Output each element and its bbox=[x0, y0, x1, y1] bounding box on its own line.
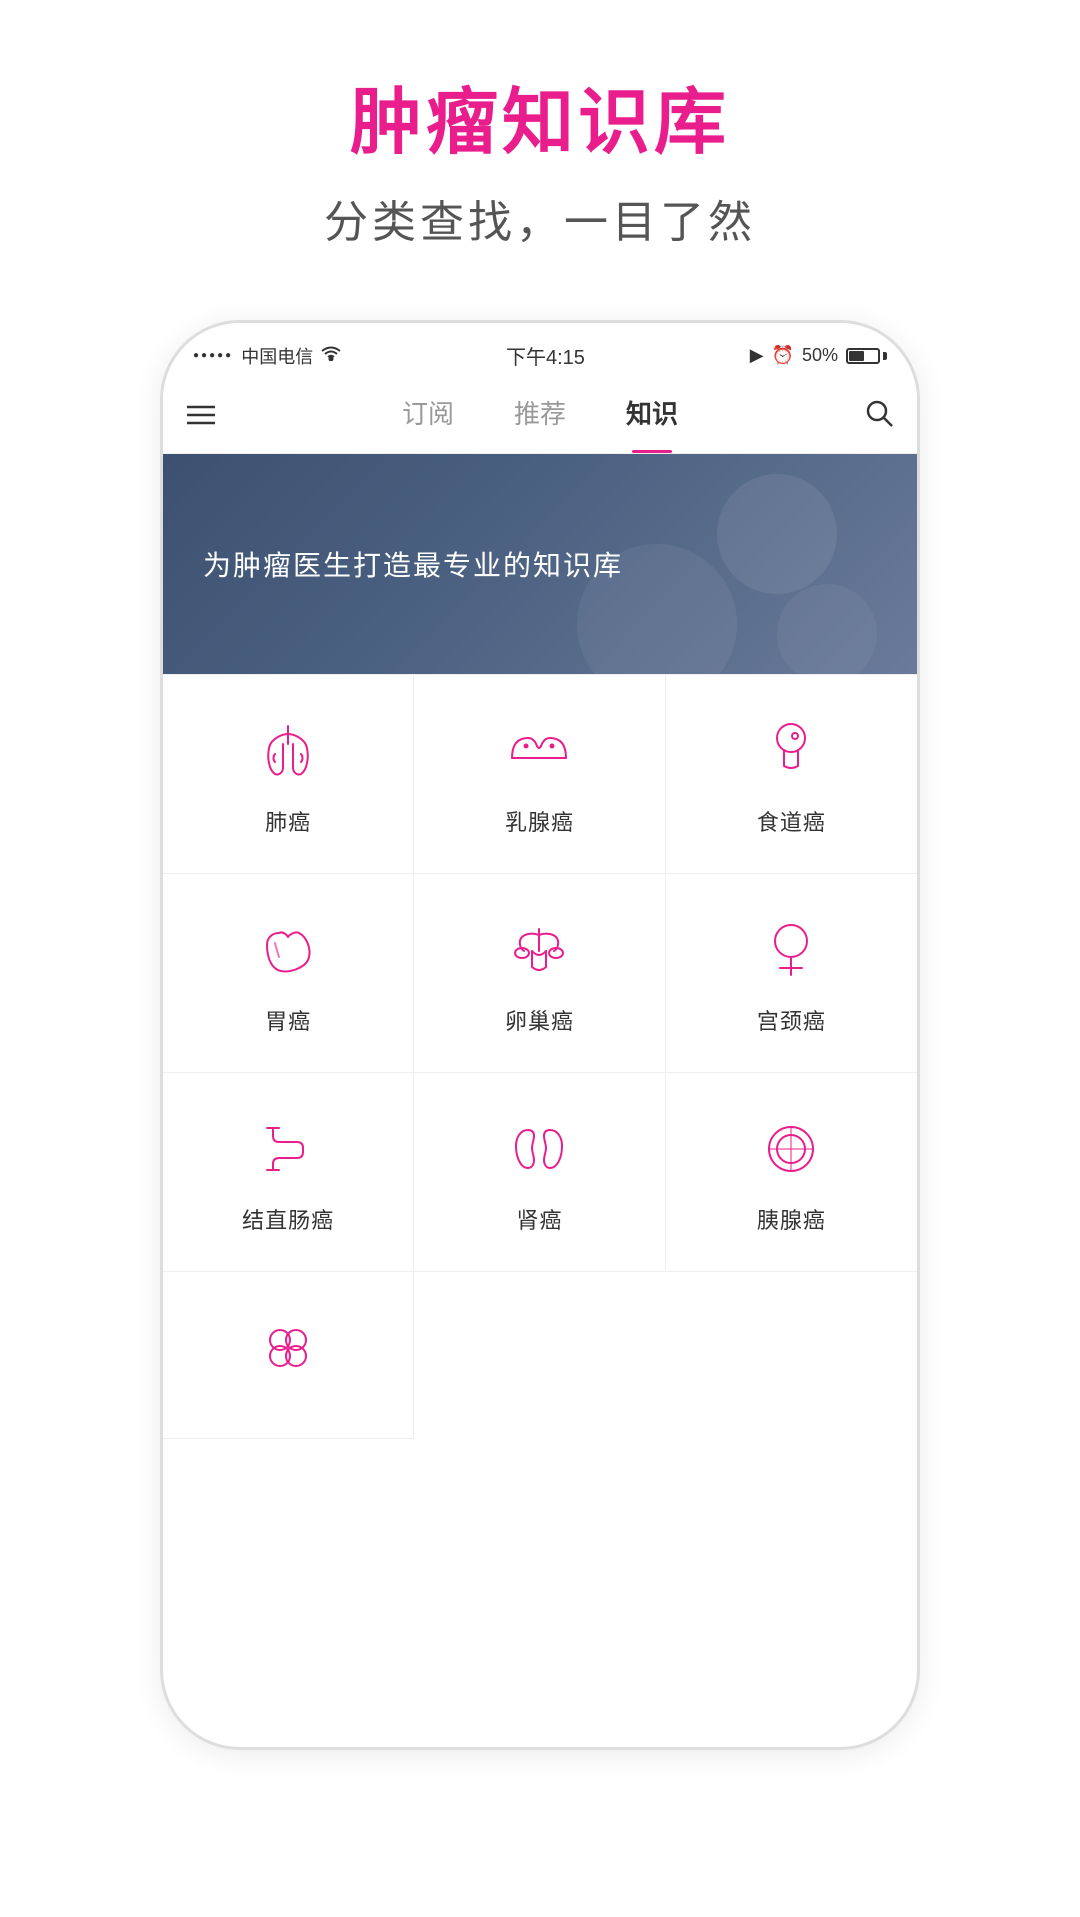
cancer-cell-colon[interactable]: 结直肠癌 bbox=[163, 1073, 414, 1272]
knowledge-banner: 为肿瘤医生打造最专业的知识库 bbox=[163, 454, 917, 674]
page-subtitle: 分类查找，一目了然 bbox=[324, 186, 756, 250]
cancer-cell-cervix[interactable]: 宫颈癌 bbox=[666, 874, 917, 1073]
nav-bar: 订阅 推荐 知识 bbox=[163, 380, 917, 454]
pancreas-label: 胰腺癌 bbox=[757, 1203, 826, 1235]
alarm-icon: ⏰ bbox=[772, 345, 794, 366]
pancreas-icon bbox=[751, 1109, 831, 1189]
signal-dots: ●●●●● bbox=[193, 350, 233, 361]
breast-icon bbox=[499, 711, 579, 791]
status-time: 下午4:15 bbox=[506, 341, 585, 370]
esophagus-icon bbox=[751, 711, 831, 791]
status-left: ●●●●● 中国电信 bbox=[193, 343, 341, 369]
cervix-icon bbox=[751, 910, 831, 990]
nav-tabs: 订阅 推荐 知识 bbox=[237, 394, 843, 439]
page-title: 肿瘤知识库 bbox=[324, 80, 756, 166]
colon-icon bbox=[248, 1109, 328, 1189]
status-right: ▶ ⏰ 50% bbox=[750, 345, 887, 366]
tab-subscribe[interactable]: 订阅 bbox=[402, 394, 454, 439]
lung-icon bbox=[248, 711, 328, 791]
location-icon: ▶ bbox=[750, 345, 764, 366]
status-bar: ●●●●● 中国电信 下午4:15 ▶ ⏰ 50% bbox=[163, 323, 917, 380]
tab-knowledge[interactable]: 知识 bbox=[626, 394, 678, 439]
stomach-label: 胃癌 bbox=[265, 1004, 311, 1036]
phone-frame: ●●●●● 中国电信 下午4:15 ▶ ⏰ 50% bbox=[160, 320, 920, 1750]
battery-icon bbox=[846, 348, 887, 364]
esophagus-label: 食道癌 bbox=[757, 805, 826, 837]
cancer-cell-breast[interactable]: 乳腺癌 bbox=[414, 675, 665, 874]
banner-circle3 bbox=[777, 584, 877, 674]
cancer-cell-ovary[interactable]: 卵巢癌 bbox=[414, 874, 665, 1073]
search-icon[interactable] bbox=[843, 399, 893, 434]
ovary-icon bbox=[499, 910, 579, 990]
cervix-label: 宫颈癌 bbox=[757, 1004, 826, 1036]
banner-text: 为肿瘤医生打造最专业的知识库 bbox=[203, 544, 623, 584]
kidney-label: 肾癌 bbox=[516, 1203, 562, 1235]
menu-icon[interactable] bbox=[187, 401, 237, 433]
cancer-cell-misc[interactable] bbox=[163, 1272, 414, 1439]
tab-recommend[interactable]: 推荐 bbox=[514, 394, 566, 439]
wifi-icon bbox=[321, 345, 341, 366]
lung-label: 肺癌 bbox=[265, 805, 311, 837]
colon-label: 结直肠癌 bbox=[242, 1203, 334, 1235]
carrier-label: 中国电信 bbox=[241, 343, 313, 369]
ovary-label: 卵巢癌 bbox=[505, 1004, 574, 1036]
cancer-cell-stomach[interactable]: 胃癌 bbox=[163, 874, 414, 1073]
stomach-icon bbox=[248, 910, 328, 990]
cancer-cell-pancreas[interactable]: 胰腺癌 bbox=[666, 1073, 917, 1272]
cancer-cell-esophagus[interactable]: 食道癌 bbox=[666, 675, 917, 874]
cancer-cell-kidney[interactable]: 肾癌 bbox=[414, 1073, 665, 1272]
misc-icon bbox=[248, 1308, 328, 1388]
cancer-cell-lung[interactable]: 肺癌 bbox=[163, 675, 414, 874]
banner-circle1 bbox=[717, 474, 837, 594]
breast-label: 乳腺癌 bbox=[505, 805, 574, 837]
kidney-icon bbox=[499, 1109, 579, 1189]
battery-percent: 50% bbox=[802, 345, 838, 366]
cancer-grid: 肺癌 乳腺癌 bbox=[163, 674, 917, 1439]
